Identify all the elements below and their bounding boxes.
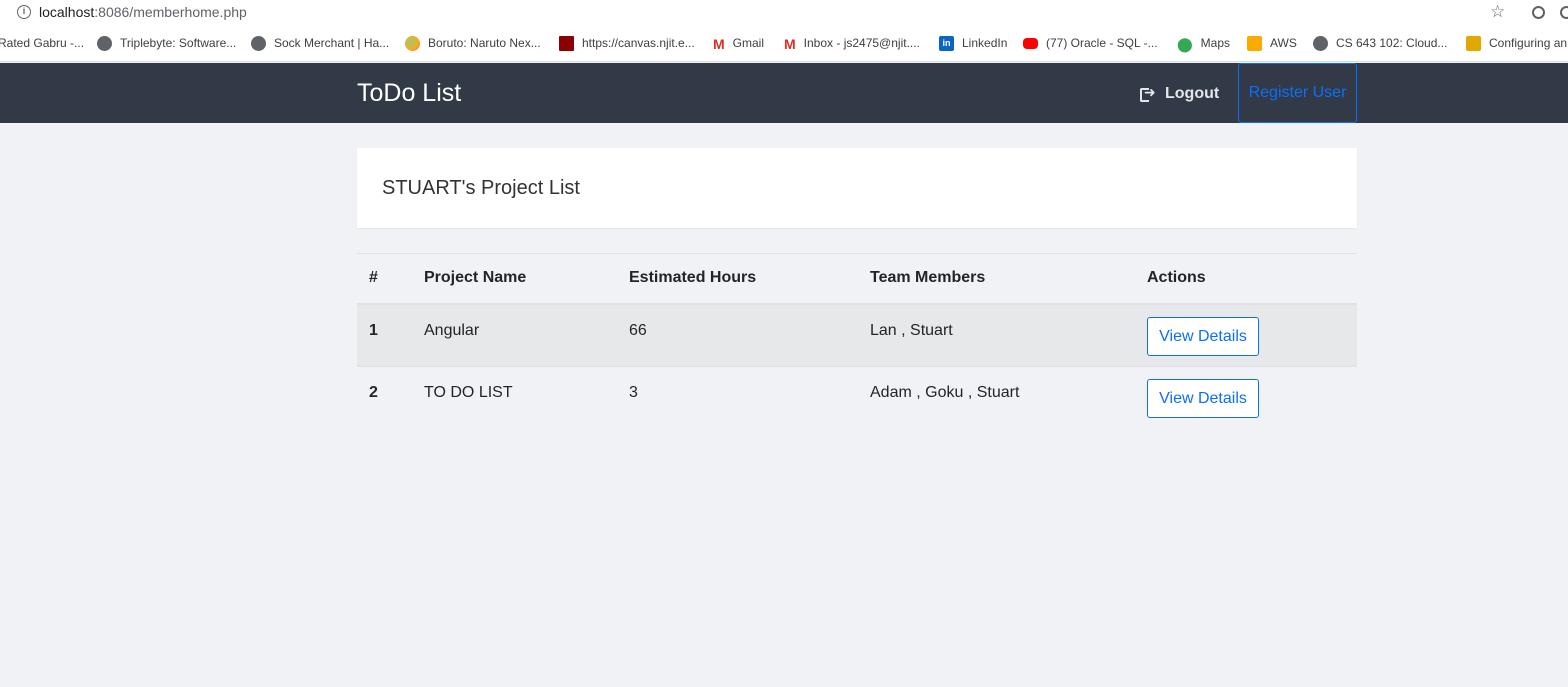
url-path: :8086/memberhome.php: [94, 4, 247, 20]
logout-label: Logout: [1165, 85, 1220, 102]
njit-icon: [559, 35, 574, 51]
bookmark-oracle-sql[interactable]: (77) Oracle - SQL -...: [1023, 34, 1158, 52]
url-host: localhost: [39, 4, 95, 20]
bookmark-canvas-njit[interactable]: https://canvas.njit.e...: [559, 34, 695, 52]
bookmark-label: Configuring an: [1489, 36, 1568, 50]
bookmark-gmail[interactable]: M Gmail: [713, 34, 764, 52]
table-row: 1 Angular 66 Lan , Stuart View Details: [357, 303, 1357, 367]
projects-table: # Project Name Estimated Hours Team Memb…: [357, 253, 1357, 430]
bookmark-maps[interactable]: ⬤ Maps: [1177, 34, 1230, 52]
bookmarks-bar: Rated Gabru -... Triplebyte: Software...…: [0, 25, 1568, 62]
bookmark-label: Triplebyte: Software...: [120, 36, 237, 50]
gmail-icon: M: [784, 35, 796, 52]
bookmark-label: https://canvas.njit.e...: [582, 36, 695, 50]
table-row: 2 TO DO LIST 3 Adam , Goku , Stuart View…: [357, 367, 1357, 430]
actions-cell: View Details: [1135, 367, 1357, 430]
bookmark-sock-merchant[interactable]: Sock Merchant | Ha...: [251, 34, 389, 52]
view-details-button[interactable]: View Details: [1147, 316, 1259, 356]
project-list-card: STUART's Project List: [357, 148, 1357, 228]
bookmark-label: Gmail: [732, 36, 765, 50]
bookmark-configuring[interactable]: Configuring an: [1466, 34, 1567, 52]
row-number: 2: [369, 384, 378, 401]
estimated-hours: 66: [617, 303, 858, 367]
column-header-team-members: Team Members: [858, 253, 1135, 305]
bookmark-boruto[interactable]: Boruto: Naruto Nex...: [405, 34, 541, 52]
youtube-icon: [1023, 37, 1038, 49]
bookmark-star-icon[interactable]: ☆: [1490, 2, 1505, 22]
project-name: Angular: [412, 303, 617, 367]
gmail-icon: M: [713, 35, 725, 52]
browser-url-bar: i localhost:8086/memberhome.php ☆: [0, 0, 1568, 25]
app-navbar: ToDo List Logout Register User: [0, 63, 1568, 123]
team-members: Lan , Stuart: [858, 303, 1135, 367]
view-details-button[interactable]: View Details: [1147, 379, 1259, 418]
team-members: Adam , Goku , Stuart: [870, 384, 1020, 401]
sign-out-icon: [1140, 84, 1156, 102]
bookmark-label: AWS: [1270, 36, 1297, 50]
column-header-number: #: [357, 253, 412, 305]
brand-title[interactable]: ToDo List: [357, 79, 461, 108]
globe-icon: [251, 35, 266, 51]
estimated-hours: 3: [629, 384, 638, 401]
bookmark-aws[interactable]: AWS: [1247, 34, 1297, 52]
project-name: TO DO LIST: [424, 384, 513, 401]
register-user-button[interactable]: Register User: [1238, 63, 1357, 123]
info-icon[interactable]: i: [17, 5, 31, 19]
bookmark-label: Sock Merchant | Ha...: [274, 36, 390, 50]
logout-link[interactable]: Logout: [1140, 83, 1219, 105]
aws-icon: [1247, 35, 1262, 51]
bookmark-label: Rated Gabru -...: [0, 36, 85, 50]
column-header-actions: Actions: [1135, 253, 1357, 305]
bookmark-triplebyte[interactable]: Triplebyte: Software...: [97, 34, 236, 52]
profile-icon[interactable]: [1560, 6, 1568, 19]
bookmark-cs643[interactable]: CS 643 102: Cloud...: [1313, 34, 1447, 52]
bookmark-inbox[interactable]: M Inbox - js2475@njit....: [784, 34, 920, 52]
table-header-row: # Project Name Estimated Hours Team Memb…: [357, 253, 1357, 305]
globe-icon: [1313, 35, 1328, 51]
bookmark-label: Boruto: Naruto Nex...: [428, 36, 541, 50]
config-icon: [1466, 35, 1481, 51]
bookmark-label: LinkedIn: [962, 36, 1008, 50]
bookmark-label: (77) Oracle - SQL -...: [1046, 36, 1158, 50]
url-field[interactable]: localhost:8086/memberhome.php: [39, 4, 247, 20]
column-header-estimated-hours: Estimated Hours: [617, 253, 858, 305]
bookmark-label: CS 643 102: Cloud...: [1336, 36, 1448, 50]
globe-icon: [97, 35, 112, 51]
linkedin-icon: in: [939, 35, 954, 51]
page-title: STUART's Project List: [382, 177, 580, 199]
naruto-icon: [405, 35, 420, 51]
bookmark-rated-gabru[interactable]: Rated Gabru -...: [0, 34, 84, 52]
row-number: 1: [357, 303, 412, 367]
actions-cell: View Details: [1135, 303, 1357, 367]
bookmark-label: Maps: [1200, 36, 1231, 50]
bookmark-linkedin[interactable]: in LinkedIn: [939, 34, 1007, 52]
extension-icon[interactable]: [1532, 6, 1545, 19]
bookmark-label: Inbox - js2475@njit....: [803, 36, 920, 50]
column-header-project-name: Project Name: [412, 253, 617, 305]
maps-icon: ⬤: [1177, 35, 1193, 52]
